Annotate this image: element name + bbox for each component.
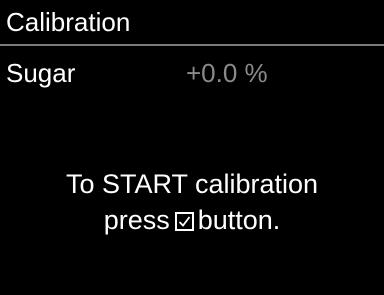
checkbox-check-icon [174,212,194,231]
instruction-button-text: button. [197,205,281,235]
parameter-label: Sugar [6,58,76,88]
sugar-parameter-row: Sugar +0.0 % [0,56,384,90]
calibration-screen: Calibration Sugar +0.0 % To START calibr… [0,0,384,295]
screen-header: Calibration [0,0,384,46]
instruction-line-1: To START calibration [65,169,319,199]
instruction-line-2: press button. [0,202,384,238]
instruction-press-text: press [103,205,170,235]
calibration-instructions: To START calibration press button. [0,166,384,238]
parameter-value: +0.0 % [186,58,268,88]
screen-title: Calibration [6,7,131,37]
